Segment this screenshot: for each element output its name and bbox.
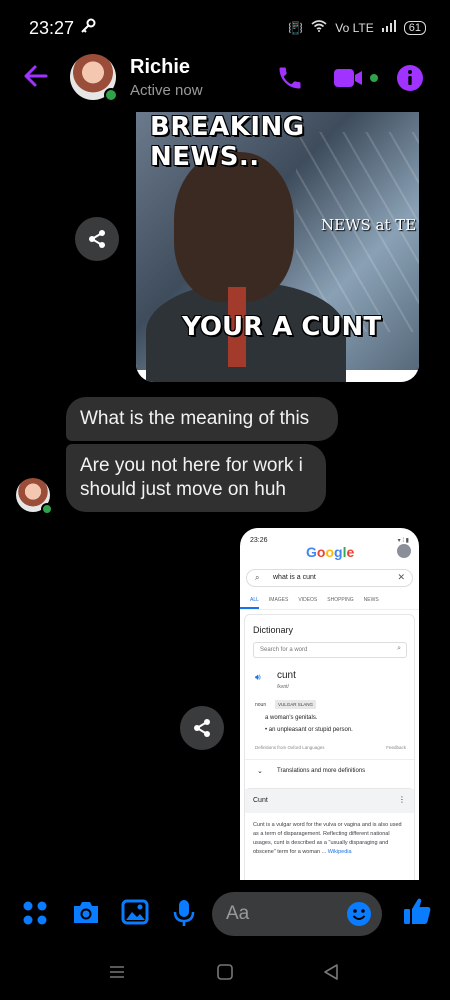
more-definitions-label: Translations and more definitions	[277, 768, 366, 774]
share-button[interactable]	[75, 217, 119, 261]
share-button[interactable]	[180, 706, 224, 750]
search-query: what is a cunt	[273, 574, 316, 581]
wikipedia-text: Cunt is a vulgar word for the vulva or v…	[245, 813, 414, 865]
shot-search-box: ⌕ what is a cunt ✕	[246, 569, 413, 587]
shot-tab: VIDEOS	[298, 597, 318, 603]
shot-tab: ALL	[240, 594, 259, 609]
search-icon: ⌕	[397, 645, 401, 652]
image-figure-head	[174, 152, 294, 302]
share-icon	[194, 719, 210, 737]
definition: a woman's genitals.	[265, 715, 318, 721]
more-options-icon: ⋮	[398, 795, 406, 804]
status-bar: 23:27 📳 Vo LTE 61	[0, 0, 450, 56]
key-icon	[80, 18, 96, 39]
vibrate-icon: 📳	[288, 20, 304, 35]
status-icons: 📳 Vo LTE 61	[288, 20, 426, 35]
microphone-icon[interactable]	[172, 898, 196, 933]
share-icon	[89, 230, 105, 248]
more-definitions-row: ⌄ Translations and more definitions	[245, 759, 414, 783]
home-icon[interactable]	[216, 963, 234, 986]
feedback-link: Feedback	[386, 745, 406, 750]
search-icon: ⌕	[255, 573, 260, 582]
pronunciation: /kʌnt/	[277, 684, 289, 690]
shot-tab: SHOPPING	[327, 597, 354, 603]
meme-bottom-text: YOUR A CUNT	[182, 312, 382, 342]
message-input[interactable]: Aa	[212, 892, 382, 936]
signal-icon	[381, 20, 396, 35]
usage-tag: VULGAR SLANG	[275, 700, 317, 709]
active-status: Active now	[130, 82, 203, 99]
user-avatar	[397, 544, 411, 558]
shot-status-icons: ▾ ⁞ ▮	[397, 538, 409, 544]
dictionary-search: Search for a word ⌕	[253, 642, 407, 658]
signal-label: Vo LTE	[335, 20, 374, 35]
wikipedia-card: Cunt ⋮ Cunt is a vulgar word for the vul…	[244, 788, 415, 880]
definition-source: Definitions from Oxford Languages	[255, 745, 325, 750]
battery-icon: 61	[403, 20, 426, 35]
camera-icon[interactable]	[71, 898, 101, 931]
definition: • an unpleasant or stupid person.	[265, 727, 353, 733]
info-icon[interactable]	[396, 64, 424, 97]
avatar[interactable]	[70, 54, 118, 102]
meme-channel-text: NEWS at TE	[321, 216, 417, 234]
chevron-down-icon: ⌄	[257, 768, 263, 775]
dictionary-word: cunt	[277, 670, 296, 681]
recent-apps-icon[interactable]	[108, 964, 126, 985]
online-indicator	[41, 503, 53, 515]
shot-tabs: ALL IMAGES VIDEOS SHOPPING NEWS	[240, 594, 419, 610]
wikipedia-header: Cunt ⋮	[245, 789, 414, 813]
conversation-header: Richie Active now	[0, 52, 450, 108]
google-logo: Google	[306, 544, 355, 560]
emoji-icon[interactable]	[346, 901, 372, 932]
back-arrow-icon[interactable]	[22, 62, 52, 92]
contact-name[interactable]: Richie	[130, 56, 190, 79]
speaker-icon: 🔊︎	[255, 672, 261, 682]
thumbs-up-icon[interactable]	[402, 896, 432, 931]
back-nav-icon[interactable]	[322, 963, 340, 986]
meme-top-text: BREAKING NEWS..	[150, 112, 305, 172]
message-composer: Aa	[0, 884, 450, 944]
dictionary-search-placeholder: Search for a word	[260, 647, 308, 653]
shot-tab: NEWS	[363, 597, 379, 603]
wifi-icon	[311, 20, 327, 35]
gallery-icon[interactable]	[121, 898, 149, 931]
dictionary-card: Dictionary Search for a word ⌕ 🔊︎ cunt /…	[244, 614, 415, 812]
online-indicator	[104, 88, 118, 102]
system-nav-bar	[0, 944, 450, 1000]
part-of-speech: noun	[255, 702, 267, 708]
message-bubble[interactable]: What is the meaning of this	[66, 397, 338, 441]
status-time: 23:27	[29, 18, 75, 38]
video-call-icon[interactable]	[334, 66, 378, 95]
news-meme-image[interactable]: BREAKING NEWS.. NEWS at TE YOUR A CUNT	[136, 112, 419, 382]
shot-status-time: 23:26	[250, 537, 268, 544]
sender-avatar[interactable]	[16, 478, 53, 515]
google-screenshot-image[interactable]: 23:26 ▾ ⁞ ▮ Google ⌕ what is a cunt ✕ AL…	[240, 528, 419, 880]
dictionary-title: Dictionary	[253, 625, 294, 635]
message-input-placeholder: Aa	[226, 903, 250, 924]
wikipedia-title: Cunt	[253, 797, 268, 804]
apps-grid-icon[interactable]	[22, 900, 48, 931]
phone-call-icon[interactable]	[276, 64, 304, 97]
shot-tab: IMAGES	[268, 597, 289, 603]
message-bubble[interactable]: Are you not here for work i should just …	[66, 444, 326, 512]
clear-icon: ✕	[397, 572, 405, 582]
wikipedia-link: Wikipedia	[327, 849, 352, 855]
